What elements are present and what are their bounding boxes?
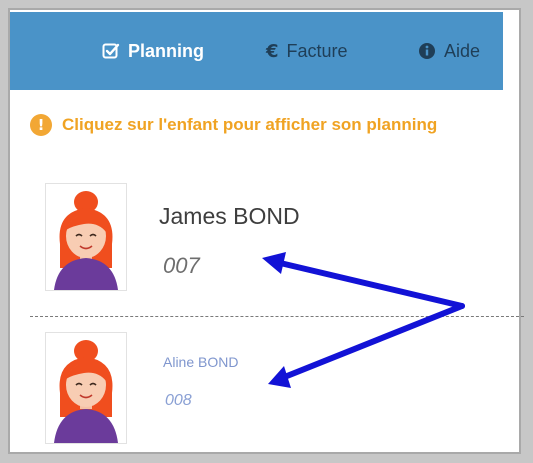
notice-text: Cliquez sur l'enfant pour afficher son p…: [62, 115, 438, 134]
nav-planning[interactable]: Planning: [102, 12, 204, 90]
euro-icon: €: [266, 40, 279, 62]
top-navbar: Planning € Facture Aide: [10, 12, 503, 90]
girl-avatar-icon: [54, 191, 118, 290]
check-square-icon: [102, 42, 120, 60]
nav-aide-label: Aide: [444, 40, 481, 61]
nav-planning-label: Planning: [128, 40, 204, 61]
avatar: [45, 332, 127, 444]
info-icon: !: [30, 114, 52, 136]
child-code: 008: [165, 392, 192, 409]
child-code: 007: [163, 253, 200, 278]
divider: [30, 316, 524, 317]
info-circle-icon: [418, 42, 436, 60]
girl-avatar-icon: [54, 340, 118, 443]
nav-facture-label: Facture: [286, 40, 348, 61]
instruction-notice: ! Cliquez sur l'enfant pour afficher son…: [30, 114, 437, 136]
child-name: Aline BOND: [163, 354, 239, 370]
nav-aide[interactable]: Aide: [418, 12, 480, 90]
avatar: [45, 183, 127, 291]
child-name: James BOND: [159, 203, 300, 229]
nav-facture[interactable]: € Facture: [266, 12, 348, 90]
